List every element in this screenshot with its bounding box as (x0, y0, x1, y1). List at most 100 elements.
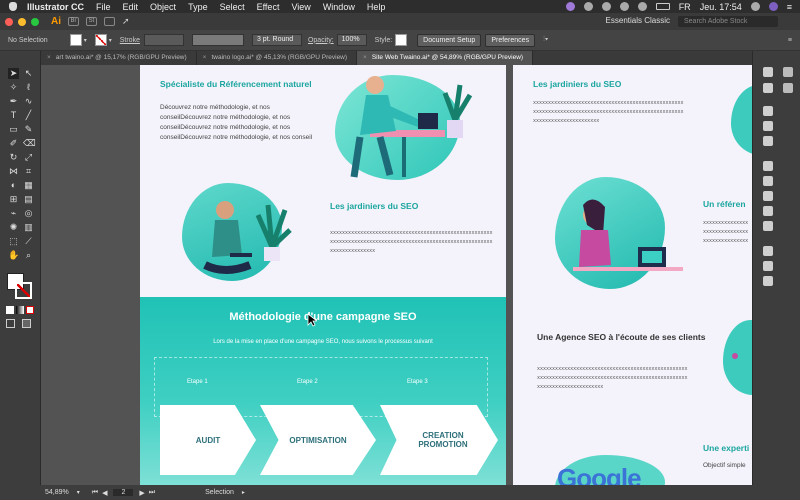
close-window-button[interactable] (5, 17, 13, 26)
artboard-1[interactable]: Spécialiste du Référencement naturel Déc… (140, 65, 506, 485)
status-dropdown-icon[interactable]: ▸ (242, 489, 245, 496)
panel-menu-icon[interactable]: ≡ (788, 37, 792, 44)
status-mode[interactable]: Selection (205, 489, 234, 496)
symbols-panel-icon[interactable] (763, 176, 773, 186)
language-flag[interactable]: FR (679, 2, 691, 12)
layers-panel-icon[interactable] (763, 246, 773, 256)
stroke-weight-field[interactable] (143, 34, 184, 46)
canvas[interactable]: Spécialiste du Référencement naturel Déc… (41, 65, 752, 485)
draw-normal-icon[interactable] (6, 319, 15, 328)
opacity-label[interactable]: Opacity: (308, 37, 334, 44)
artboard-tool-icon[interactable]: ⬚ (8, 236, 19, 247)
tab-site-web-twaino[interactable]: × Site Web Twaino.ai* @ 54,89% (RGB/GPU P… (357, 51, 534, 65)
blend-tool-icon[interactable]: ◎ (23, 208, 34, 219)
document-setup-button[interactable]: Document Setup (417, 33, 482, 47)
eraser-tool-icon[interactable]: ⌫ (23, 138, 36, 149)
zoom-level[interactable]: 54,89% (45, 489, 69, 496)
rotate-tool-icon[interactable]: ↻ (8, 152, 19, 163)
menu-select[interactable]: Select (220, 2, 245, 12)
close-tab-icon[interactable]: × (47, 54, 51, 61)
spotlight-icon[interactable] (750, 2, 760, 11)
type-tool-icon[interactable]: T (8, 110, 19, 121)
siri-icon[interactable] (768, 2, 778, 11)
mesh-tool-icon[interactable]: ⊞ (8, 194, 19, 205)
menu-type[interactable]: Type (188, 2, 208, 12)
brushes-panel-icon[interactable] (783, 83, 793, 93)
screen-record-icon[interactable] (583, 2, 593, 11)
wifi-icon[interactable] (637, 2, 647, 11)
shaper-tool-icon[interactable]: ✐ (8, 138, 19, 149)
gradient-panel-icon[interactable] (763, 121, 773, 131)
menu-window[interactable]: Window (323, 2, 355, 12)
brush-definition[interactable]: 3 pt. Round (251, 34, 302, 46)
width-tool-icon[interactable]: ⋈ (8, 166, 19, 177)
close-tab-icon[interactable]: × (203, 54, 207, 61)
magic-wand-tool-icon[interactable]: ✧ (8, 82, 19, 93)
lasso-tool-icon[interactable]: ℓ (23, 82, 34, 93)
close-tab-icon[interactable]: × (363, 54, 367, 61)
graphic-style-swatch[interactable] (395, 34, 408, 46)
image-trace-panel-icon[interactable] (763, 206, 773, 216)
shape-builder-tool-icon[interactable]: ◐ (8, 180, 19, 191)
slice-tool-icon[interactable]: ⟋ (23, 236, 34, 247)
clock[interactable]: Jeu. 17:54 (700, 2, 742, 12)
artboards-panel-icon[interactable] (763, 261, 773, 271)
column-graph-tool-icon[interactable]: ▥ (23, 222, 34, 233)
creative-cloud-icon[interactable] (565, 2, 575, 11)
hand-tool-icon[interactable]: ✋ (8, 250, 19, 261)
variable-width-profile[interactable] (191, 34, 244, 46)
stroke-label[interactable]: Stroke (120, 37, 140, 44)
stock-icon[interactable]: St (86, 17, 97, 26)
transparency-panel-icon[interactable] (763, 136, 773, 146)
color-panel-icon[interactable] (763, 67, 773, 77)
screen-mode-icon[interactable] (22, 319, 31, 328)
libraries-panel-icon[interactable] (763, 161, 773, 171)
menu-file[interactable]: File (96, 2, 111, 12)
align-icon[interactable]: ⫶▾ (543, 36, 548, 44)
asset-export-panel-icon[interactable] (763, 221, 773, 231)
first-artboard-icon[interactable]: ⏮ (92, 489, 98, 497)
menu-edit[interactable]: Edit (123, 2, 139, 12)
menu-effect[interactable]: Effect (257, 2, 280, 12)
paintbrush-tool-icon[interactable]: ✎ (23, 124, 34, 135)
curvature-tool-icon[interactable]: ∿ (23, 96, 34, 107)
opacity-field[interactable]: 100% (336, 34, 367, 46)
links-panel-icon[interactable] (763, 276, 773, 286)
notification-center-icon[interactable]: ≡ (787, 2, 792, 12)
artboard-2[interactable]: Les jardiniers du SEO xxxxxxxxxxxxxxxxxx… (513, 65, 752, 485)
dropbox-icon[interactable] (619, 2, 629, 11)
stock-search-input[interactable]: Search Adobe Stock (678, 16, 778, 27)
eyedropper-tool-icon[interactable]: ⌁ (8, 208, 19, 219)
workspace-switcher[interactable]: Essentials Classic (606, 16, 670, 25)
stroke-panel-icon[interactable] (763, 106, 773, 116)
perspective-grid-tool-icon[interactable]: ▦ (23, 180, 34, 191)
menu-app[interactable]: Illustrator CC (27, 2, 84, 12)
gpu-icon[interactable]: ➚ (122, 16, 130, 27)
appearance-panel-icon[interactable] (783, 67, 793, 77)
swatches-panel-icon[interactable] (763, 83, 773, 93)
minimize-window-button[interactable] (18, 17, 26, 26)
shield-icon[interactable] (601, 2, 611, 11)
rectangle-tool-icon[interactable]: ▭ (8, 124, 19, 135)
preferences-button[interactable]: Preferences (485, 33, 536, 47)
arrange-documents-icon[interactable] (104, 17, 115, 26)
zoom-tool-icon[interactable]: ⌕ (23, 250, 34, 261)
menu-help[interactable]: Help (367, 2, 386, 12)
line-tool-icon[interactable]: ╱ (23, 110, 34, 121)
symbol-sprayer-tool-icon[interactable]: ✺ (8, 222, 19, 233)
gradient-tool-icon[interactable]: ▤ (23, 194, 34, 205)
tab-twaino-logo[interactable]: × twaino logo.ai* @ 45,13% (RGB/GPU Previ… (197, 51, 358, 65)
menu-view[interactable]: View (291, 2, 310, 12)
selection-tool-icon[interactable]: ➤ (8, 68, 19, 79)
stroke-dropdown-icon[interactable]: ▾ (109, 37, 112, 44)
free-transform-tool-icon[interactable]: ⌗ (23, 166, 34, 177)
scale-tool-icon[interactable]: ⤢ (23, 152, 34, 163)
maximize-window-button[interactable] (31, 17, 39, 26)
fill-dropdown-icon[interactable]: ▾ (84, 37, 87, 44)
gradient-mode-icon[interactable] (16, 306, 24, 314)
color-mode-icon[interactable] (6, 306, 14, 314)
apple-icon[interactable] (9, 2, 17, 11)
pen-tool-icon[interactable]: ✒ (8, 96, 19, 107)
bridge-icon[interactable]: Br (68, 17, 79, 26)
fill-swatch[interactable] (69, 34, 82, 46)
